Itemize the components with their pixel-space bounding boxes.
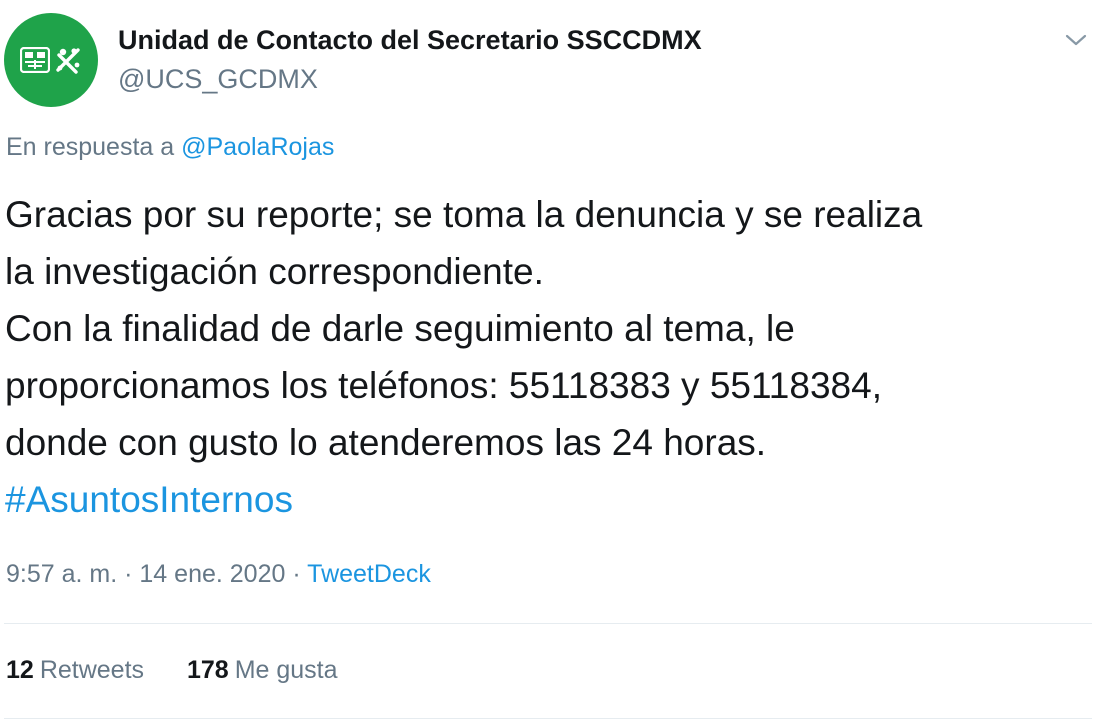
reply-prefix: En respuesta a: [6, 133, 175, 161]
tweet: Unidad de Contacto del Secretario SSCCDM…: [0, 0, 1120, 724]
tweet-date[interactable]: 14 ene. 2020: [139, 560, 285, 588]
likes-label: Me gusta: [234, 656, 338, 684]
tweet-stats: 12 Retweets 178 Me gusta: [6, 656, 338, 685]
tweet-menu-button[interactable]: [1062, 30, 1090, 50]
tweet-text-line: la investigación correspondiente.: [5, 251, 544, 292]
author-display-name[interactable]: Unidad de Contacto del Secretario SSCCDM…: [118, 25, 702, 56]
tweet-time[interactable]: 9:57 a. m.: [6, 560, 117, 588]
meta-separator: ·: [292, 560, 301, 588]
divider: [4, 623, 1092, 624]
tweet-text-line: Gracias por su reporte; se toma la denun…: [5, 194, 923, 235]
divider: [4, 718, 1092, 719]
tweet-text: Gracias por su reporte; se toma la denun…: [5, 186, 1110, 528]
tweet-metadata: 9:57 a. m. · 14 ene. 2020 · TweetDeck: [6, 560, 431, 589]
avatar[interactable]: [4, 13, 98, 107]
retweets-label: Retweets: [39, 656, 145, 684]
chevron-down-icon: [1065, 34, 1087, 46]
likes-stat[interactable]: 178 Me gusta: [187, 656, 338, 684]
author-handle[interactable]: @UCS_GCDMX: [118, 64, 318, 95]
reply-context: En respuesta a @PaolaRojas: [6, 133, 334, 162]
police-shield-icon: [20, 47, 50, 73]
tweet-source-link[interactable]: TweetDeck: [307, 560, 431, 588]
hashtag-link[interactable]: #AsuntosInternos: [5, 479, 293, 520]
retweets-stat[interactable]: 12 Retweets: [6, 656, 144, 684]
retweets-count: 12: [6, 656, 34, 684]
tweet-text-line: donde con gusto lo atenderemos las 24 ho…: [5, 422, 767, 463]
meta-separator: ·: [124, 560, 133, 588]
likes-count: 178: [186, 656, 229, 684]
cdmx-logo-icon: [56, 48, 80, 74]
tweet-text-line: Con la finalidad de darle seguimiento al…: [5, 308, 795, 349]
reply-mention-link[interactable]: @PaolaRojas: [181, 133, 334, 161]
tweet-text-line: proporcionamos los teléfonos: 55118383 y…: [5, 365, 882, 406]
